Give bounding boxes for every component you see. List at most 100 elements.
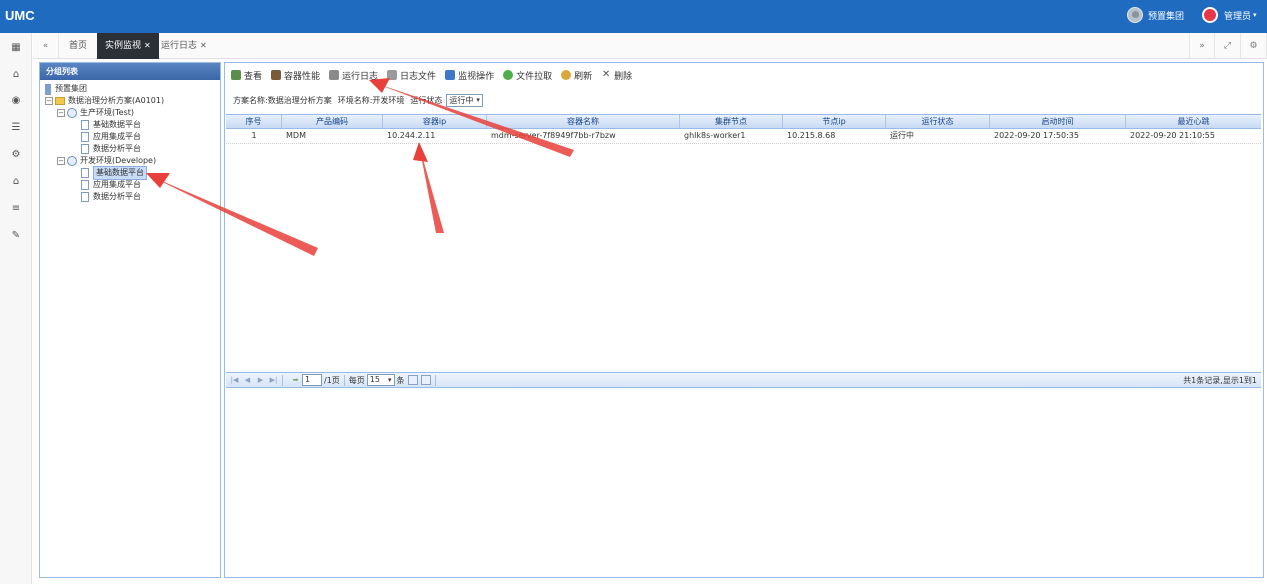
tab-home[interactable]: 首页	[61, 33, 95, 59]
environment-icon	[67, 108, 77, 118]
user-menu[interactable]: 管理员 ▾	[1202, 7, 1257, 23]
brand-logo: UMC	[5, 8, 35, 23]
pagination-bar: |◀ ◀ ▶ ▶| ➡ 1 /1页 每页 15 ▾ 条 共1条记录,显示1到1	[226, 372, 1261, 388]
chevron-down-icon: ▾	[1253, 11, 1257, 19]
file-pull-button[interactable]: 文件拉取	[503, 69, 552, 82]
tab-scroll-right-icon[interactable]: »	[1189, 33, 1215, 59]
close-icon[interactable]: ✕	[200, 41, 207, 50]
total-pages-text: /1页	[324, 375, 340, 385]
print-icon[interactable]	[420, 375, 431, 385]
tab-label: 实例监视	[105, 41, 142, 51]
tab-label: 运行日志	[161, 41, 198, 51]
first-page-icon[interactable]: |◀	[230, 376, 239, 385]
status-select-value: 运行中	[449, 96, 474, 105]
last-page-icon[interactable]: ▶|	[269, 376, 278, 385]
refresh-button[interactable]: 刷新	[561, 69, 592, 82]
button-label: 监视操作	[458, 71, 495, 82]
tree-node-dev-app[interactable]: 应用集成平台	[81, 179, 141, 191]
per-page-value: 15	[369, 375, 380, 384]
col-header-node-ip[interactable]: 节点ip	[783, 115, 886, 128]
left-icon-rail: ▦ ⌂ ◉ ☰ ⚙ ⌂ ≡ ✎	[0, 33, 32, 584]
tab-run-log[interactable]: 运行日志 ✕	[153, 33, 215, 59]
table-row[interactable]: 1 MDM 10.244.2.11 mdm-server-7f8949f7bb-…	[226, 129, 1261, 144]
org-avatar-icon	[1127, 7, 1143, 23]
menu-icon[interactable]: ≡	[9, 202, 23, 216]
collapse-icon[interactable]: −	[45, 97, 53, 105]
org-name: 预置集团	[1148, 11, 1185, 22]
prev-page-icon[interactable]: ◀	[243, 376, 252, 385]
chart-icon	[271, 70, 282, 80]
monitor-icon	[445, 70, 456, 80]
go-page-icon[interactable]: ➡	[291, 376, 300, 385]
view-icon	[231, 70, 241, 80]
col-header-start-time[interactable]: 启动时间	[990, 115, 1126, 128]
user-name: 管理员	[1224, 11, 1252, 22]
fullscreen-icon[interactable]: ⤢	[1215, 33, 1241, 59]
cell-start-time: 2022-09-20 17:50:35	[994, 131, 1079, 140]
page-icon	[81, 168, 89, 178]
col-header-cluster-node[interactable]: 集群节点	[680, 115, 783, 128]
collapse-icon[interactable]: −	[57, 109, 65, 117]
chevron-down-icon: ▾	[476, 96, 480, 104]
tree-panel-title: 分组列表	[40, 63, 220, 80]
tree-node-dev-data[interactable]: 数据分析平台	[81, 191, 141, 203]
list-icon[interactable]: ☰	[9, 121, 23, 135]
per-page-select[interactable]: 15 ▾	[366, 374, 395, 386]
col-header-last-heartbeat[interactable]: 最近心跳	[1126, 115, 1261, 128]
solution-name-text: 方案名称:数据治理分析方案	[233, 96, 332, 105]
tree-node-label: 预置集团	[55, 84, 87, 93]
tree-node-test-base[interactable]: 基础数据平台	[81, 119, 141, 131]
run-log-button[interactable]: 运行日志	[329, 69, 378, 82]
cell-last-heartbeat: 2022-09-20 21:10:55	[1130, 131, 1215, 140]
button-label: 查看	[244, 71, 263, 82]
button-label: 删除	[614, 71, 633, 82]
tree-node-label: 数据分析平台	[93, 144, 141, 153]
per-page-label: 每页	[348, 375, 365, 385]
tree-node-dev-base[interactable]: 基础数据平台	[81, 166, 147, 180]
col-header-container-ip[interactable]: 容器ip	[383, 115, 487, 128]
wrench-icon[interactable]: ✎	[9, 229, 23, 243]
tree-node-label: 基础数据平台	[93, 120, 141, 129]
col-header-index[interactable]: 序号	[226, 115, 282, 128]
col-header-product-code[interactable]: 产品编码	[282, 115, 383, 128]
tab-settings-icon[interactable]: ⚙	[1241, 33, 1267, 59]
page-number-input[interactable]: 1	[302, 374, 322, 386]
col-header-container-name[interactable]: 容器名称	[487, 115, 680, 128]
log-file-button[interactable]: 日志文件	[387, 69, 436, 82]
collapse-icon[interactable]: −	[57, 157, 65, 165]
tree-node-label: 数据治理分析方案(A0101)	[68, 96, 165, 105]
tab-instance-monitor[interactable]: 实例监视 ✕	[97, 33, 159, 59]
instance-grid: 序号 产品编码 容器ip 容器名称 集群节点 节点ip 运行状态 启动时间 最近…	[226, 114, 1261, 144]
monitor-ops-button[interactable]: 监视操作	[445, 69, 494, 82]
status-select[interactable]: 运行中 ▾	[446, 94, 483, 107]
user-pin-icon	[1202, 7, 1218, 23]
tree-node-test-app[interactable]: 应用集成平台	[81, 131, 141, 143]
page-icon	[81, 192, 89, 202]
container-perf-button[interactable]: 容器性能	[271, 69, 320, 82]
tree-node-root[interactable]: 预置集团	[45, 83, 87, 95]
tree-node-env-test[interactable]: − 生产环境(Test)	[57, 107, 134, 119]
eye-icon[interactable]: ◉	[9, 94, 23, 108]
tab-label: 首页	[69, 41, 88, 51]
view-button[interactable]: 查看	[231, 69, 262, 82]
delete-button[interactable]: ✕ 删除	[601, 69, 632, 82]
page-icon	[81, 144, 89, 154]
tab-scroll-left-icon[interactable]: «	[33, 33, 59, 59]
col-header-status[interactable]: 运行状态	[886, 115, 990, 128]
env-name-text: 环境名称:开发环境	[337, 96, 405, 105]
next-page-icon[interactable]: ▶	[256, 376, 265, 385]
home-icon[interactable]: ⌂	[9, 175, 23, 189]
org-switcher[interactable]: 预置集团	[1127, 7, 1184, 23]
page-icon	[81, 180, 89, 190]
delete-icon: ✕	[601, 69, 611, 80]
export-icon[interactable]	[407, 375, 418, 385]
tree-node-label: 数据分析平台	[93, 192, 141, 201]
close-icon[interactable]: ✕	[144, 41, 151, 50]
cell-node-ip: 10.215.8.68	[787, 131, 836, 140]
dashboard-icon[interactable]: ▦	[9, 41, 23, 55]
tree-node-label: 应用集成平台	[93, 132, 141, 141]
tree-node-test-data[interactable]: 数据分析平台	[81, 143, 141, 155]
tree-node-solution[interactable]: − 数据治理分析方案(A0101)	[45, 95, 164, 107]
settings-icon[interactable]: ⚙	[9, 148, 23, 162]
bank-icon[interactable]: ⌂	[9, 68, 23, 82]
